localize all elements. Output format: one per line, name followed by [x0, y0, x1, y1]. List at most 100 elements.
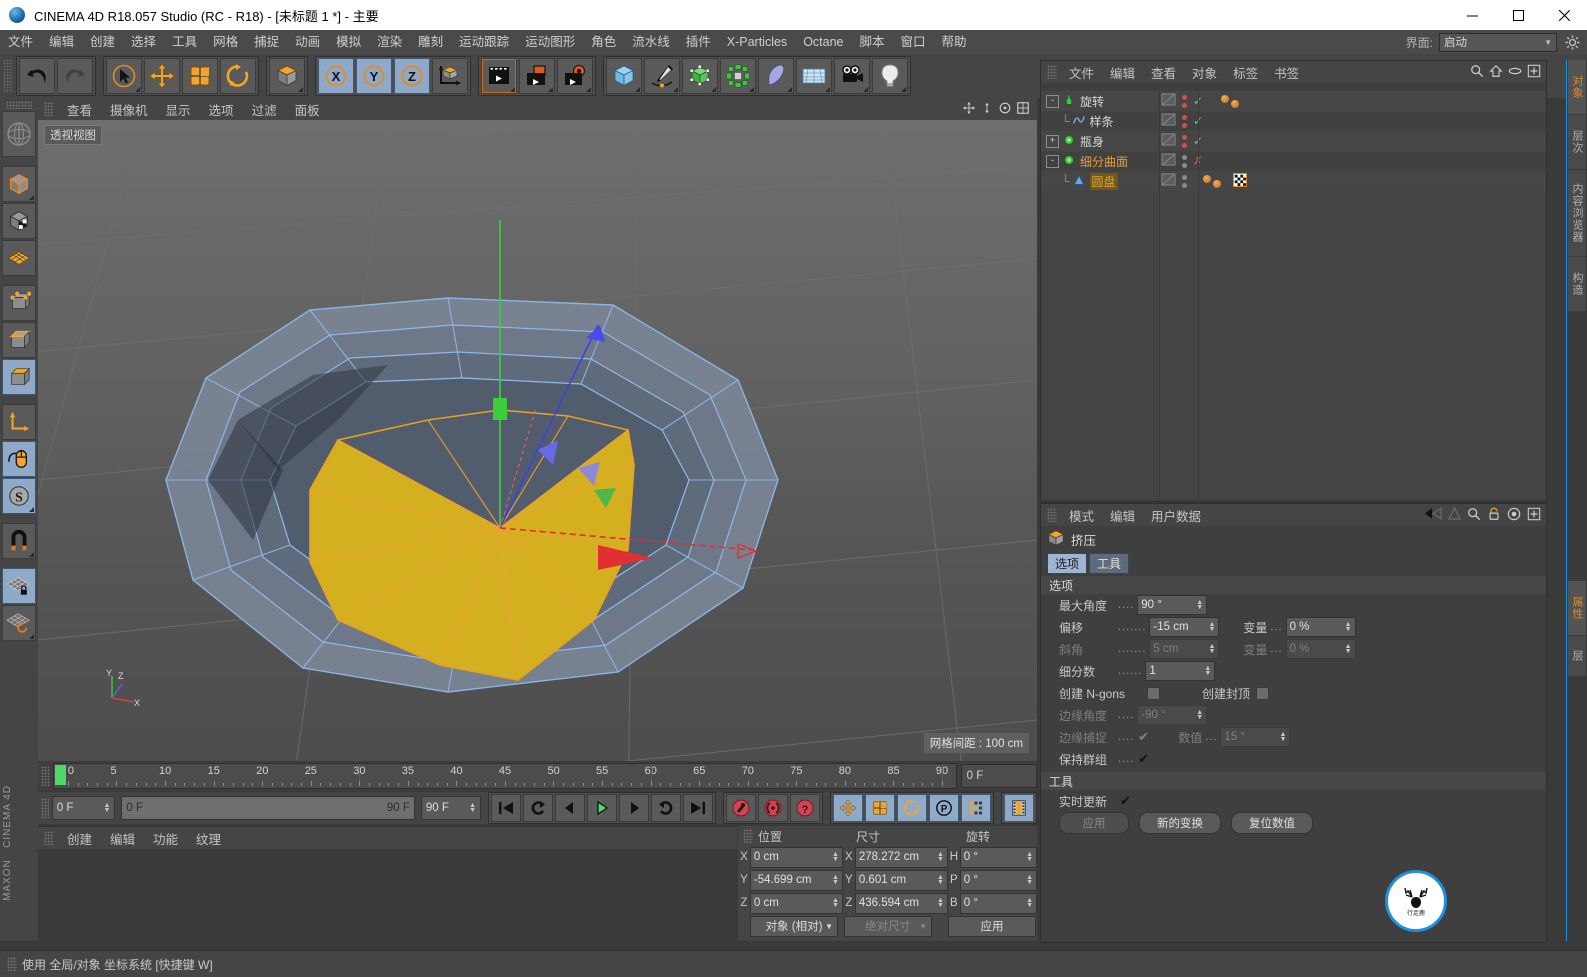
material-menu-edit[interactable]: 编辑 [101, 829, 144, 848]
dock-tab-hierarchy[interactable]: 层次 [1568, 115, 1586, 169]
polygon-mode-button[interactable] [2, 359, 36, 395]
close-button[interactable] [1541, 0, 1587, 30]
object-menu-bookmarks[interactable]: 书签 [1266, 63, 1307, 82]
menu-motion-tracker[interactable]: 运动跟踪 [451, 30, 517, 54]
soft-selection-dropdown-corner[interactable] [29, 507, 34, 512]
world-dropdown-corner[interactable] [298, 87, 303, 92]
size-z-spinner[interactable]: ▲ ▼ [937, 897, 944, 909]
workplane-mode-button[interactable] [2, 240, 36, 276]
object-row-2[interactable]: + 瓶身 ✓ [1041, 131, 1546, 151]
attribute-menu-userdata[interactable]: 用户数据 [1143, 506, 1209, 525]
forward-arrow-icon[interactable] [1448, 506, 1461, 523]
offset-variation-field[interactable]: 0 % ▲ ▼ [1285, 617, 1356, 637]
cube-dropdown-corner[interactable] [635, 87, 640, 92]
add-camera-button[interactable] [834, 58, 870, 94]
object-menu-objects[interactable]: 对象 [1184, 63, 1225, 82]
apply-coordinates-button[interactable]: 应用 [948, 915, 1036, 937]
bevel-field[interactable]: 5 cm ▲ ▼ [1149, 639, 1220, 659]
play-button[interactable] [587, 794, 617, 822]
render-pv-dropdown-corner[interactable] [548, 87, 553, 92]
menu-octane[interactable]: Octane [795, 30, 851, 54]
enable-axis-button[interactable] [2, 441, 36, 477]
subdivision-field[interactable]: 1 ▲ ▼ [1145, 661, 1216, 681]
object-expander-2[interactable]: + [1046, 134, 1059, 148]
viewport-menu-panel[interactable]: 面板 [286, 100, 329, 119]
tab-tool[interactable]: 工具 [1089, 553, 1130, 574]
visibility-dots-4[interactable] [1182, 174, 1187, 188]
layout-select[interactable]: 启动 ▼ [1439, 32, 1557, 52]
size-y-field[interactable]: 0.601 cm ▲ ▼ [854, 869, 948, 891]
material-tag-icon-4[interactable] [1232, 172, 1248, 190]
viewport-3d[interactable]: 透视视图 网格间距 : 100 cm Y Z X [38, 120, 1037, 761]
add-environment-button[interactable] [796, 58, 832, 94]
record-position-button[interactable] [833, 794, 863, 822]
viewport-menu-cameras[interactable]: 摄像机 [101, 100, 157, 119]
visibility-toggle-1[interactable] [1161, 113, 1176, 129]
menu-create[interactable]: 创建 [82, 30, 123, 54]
rot-p-field[interactable]: 0 ° ▲ ▼ [959, 869, 1038, 891]
menu-edit[interactable]: 编辑 [41, 30, 82, 54]
menu-file[interactable]: 文件 [0, 30, 41, 54]
model-mode-button[interactable] [2, 166, 36, 202]
coordinate-mode-select[interactable]: 对象 (相对) ▼ [750, 915, 838, 937]
pos-x-field[interactable]: 0 cm ▲ ▼ [749, 846, 843, 868]
deformer-dropdown-corner[interactable] [787, 87, 792, 92]
select-tool-button[interactable] [106, 58, 142, 94]
render-settings-dropdown-corner[interactable] [586, 87, 591, 92]
dock-tab-attributes[interactable]: 属性 [1568, 581, 1586, 635]
bevel-spinner[interactable]: ▲ ▼ [1208, 643, 1215, 655]
bevel-variation-spinner[interactable]: ▲ ▼ [1345, 643, 1352, 655]
size-x-field[interactable]: 278.272 cm ▲ ▼ [854, 846, 948, 868]
light-dropdown-corner[interactable] [901, 87, 906, 92]
autokeying-button[interactable] [758, 794, 788, 822]
undo-button[interactable] [19, 58, 55, 94]
menu-pipeline[interactable]: 流水线 [624, 30, 678, 54]
record-scale-button[interactable] [865, 794, 895, 822]
object-manager-grip[interactable] [1047, 65, 1057, 79]
max-angle-field[interactable]: 90 ° ▲ ▼ [1137, 595, 1208, 615]
rot-h-field[interactable]: 0 ° ▲ ▼ [959, 846, 1038, 868]
transport-grip[interactable] [41, 798, 49, 818]
viewport-menu-options[interactable]: 选项 [200, 100, 243, 119]
workplane-rotate-dropdown-corner[interactable] [29, 634, 34, 639]
bevel-variation-field[interactable]: 0 % ▲ ▼ [1285, 639, 1356, 659]
ellipse-icon[interactable] [1508, 64, 1522, 81]
dock-tab-objects[interactable]: 对象 [1568, 60, 1586, 114]
current-frame-marker[interactable] [54, 765, 66, 785]
point-mode-button[interactable] [2, 285, 36, 321]
record-active-objects-button[interactable] [726, 794, 756, 822]
coordinate-system-button[interactable] [432, 58, 468, 94]
dock-tab-content-browser[interactable]: 内容浏览器 [1568, 170, 1586, 256]
goto-end-button[interactable] [683, 794, 713, 822]
toolbar-grip[interactable] [3, 59, 13, 93]
timeline-ruler[interactable]: 051015202530354045505560657075808590 [52, 763, 957, 789]
material-list[interactable] [38, 849, 737, 942]
maximize-button[interactable] [1495, 0, 1541, 30]
workplane-lock-button[interactable] [2, 568, 36, 604]
step-forward-button[interactable] [619, 794, 649, 822]
left-toolbar-grip[interactable] [6, 101, 32, 109]
render-dropdown-corner[interactable] [510, 87, 515, 92]
lock-icon[interactable] [1487, 507, 1501, 524]
dock-tab-layers[interactable]: 层 [1568, 636, 1586, 676]
menu-snap[interactable]: 捕捉 [246, 30, 287, 54]
add-generator-button[interactable] [682, 58, 718, 94]
timeline-button[interactable] [1004, 794, 1034, 822]
size-mode-select[interactable]: 绝对尺寸 ▼ [844, 915, 932, 937]
menu-render[interactable]: 渲染 [369, 30, 410, 54]
visibility-dots-3[interactable] [1182, 154, 1187, 168]
edge-snap-value-spinner[interactable]: ▲ ▼ [1279, 731, 1286, 743]
material-menu-create[interactable]: 创建 [58, 829, 101, 848]
viewport-menu-view[interactable]: 查看 [58, 100, 101, 119]
object-list[interactable]: - 旋转 ✓ [1041, 91, 1546, 499]
edge-snap-checkmark[interactable]: ✔ [1137, 729, 1150, 744]
size-z-field[interactable]: 436.594 cm ▲ ▼ [854, 892, 948, 914]
pos-y-field[interactable]: -54.699 cm ▲ ▼ [749, 869, 843, 891]
offset-variation-spinner[interactable]: ▲ ▼ [1345, 621, 1352, 633]
menu-sculpt[interactable]: 雕刻 [410, 30, 451, 54]
lock-x-button[interactable]: X [318, 58, 354, 94]
scale-tool-button[interactable] [182, 58, 218, 94]
menu-window[interactable]: 窗口 [893, 30, 934, 54]
viewport-axis-widget[interactable] [2, 111, 36, 157]
play-reverse-loop-button[interactable] [523, 794, 553, 822]
